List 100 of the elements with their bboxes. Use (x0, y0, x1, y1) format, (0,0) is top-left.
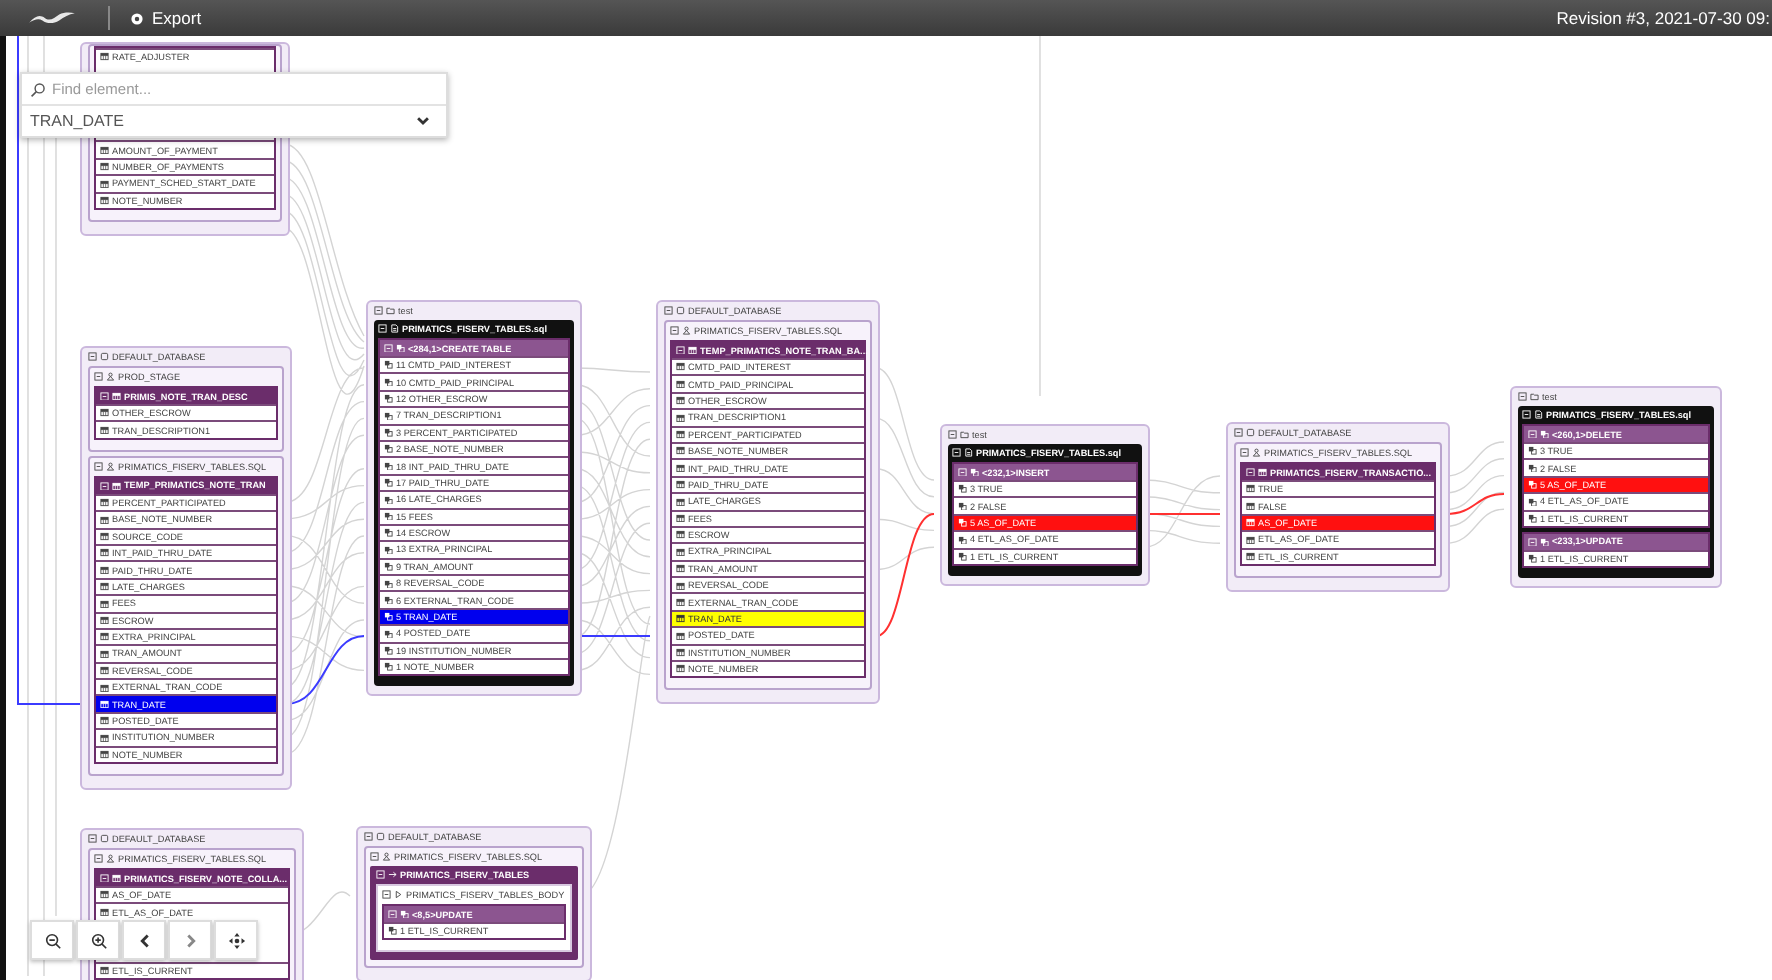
table-icon (1246, 535, 1255, 545)
table-icon (676, 547, 685, 557)
expression-icon (384, 377, 393, 387)
table-icon (100, 425, 109, 435)
arrow-icon (394, 890, 403, 900)
table-icon (112, 481, 121, 491)
table-icon (100, 582, 109, 592)
table-icon (676, 648, 685, 658)
collapse-icon[interactable] (1240, 448, 1249, 458)
expression-icon (958, 501, 967, 511)
table-icon (676, 396, 685, 406)
collapse-icon[interactable] (374, 306, 383, 316)
table-icon (676, 446, 685, 456)
folder-icon (960, 430, 969, 440)
table-icon (100, 498, 109, 508)
collapse-icon[interactable] (94, 372, 103, 382)
database-icon (376, 832, 385, 842)
collapse-icon[interactable] (1234, 428, 1243, 438)
chevron-left-icon (135, 931, 153, 949)
collapse-icon[interactable] (88, 352, 97, 362)
file-icon (1534, 410, 1543, 420)
chevron-icon (416, 114, 430, 128)
back-button[interactable] (122, 920, 166, 960)
highlighted-connector (875, 513, 935, 637)
table-icon (100, 145, 109, 155)
expression-icon (384, 662, 393, 672)
gear-icon (130, 11, 144, 25)
database-icon (100, 834, 109, 844)
schema-icon (682, 326, 691, 336)
table-icon (676, 631, 685, 641)
table-icon (676, 530, 685, 540)
procedure-icon (388, 870, 397, 880)
expression-icon (384, 411, 393, 421)
table-icon (1246, 484, 1255, 494)
expression-icon (958, 552, 967, 561)
file-icon (964, 448, 973, 458)
expression-icon (1540, 429, 1549, 439)
collapse-icon[interactable] (364, 832, 373, 842)
expression-icon (384, 428, 393, 437)
revision-label: Revision #3, 2021-07-30 09: (1556, 8, 1772, 28)
expression-icon (384, 528, 393, 538)
chevron-right-icon (181, 931, 199, 949)
schema-icon (382, 852, 391, 862)
table-icon (676, 362, 685, 372)
zoom-out-icon (43, 931, 61, 949)
collapse-icon[interactable] (94, 854, 103, 864)
table-icon (676, 497, 685, 507)
highlighted-connector (1445, 493, 1505, 515)
table-icon (100, 196, 109, 205)
collapse-icon[interactable] (94, 462, 103, 472)
table-icon (676, 564, 685, 574)
table-icon (676, 430, 685, 439)
table-icon (1246, 501, 1255, 511)
table-icon (676, 413, 685, 423)
table-icon (676, 513, 685, 523)
table-icon (676, 480, 685, 490)
expression-icon (384, 495, 393, 505)
folder-icon (386, 306, 395, 316)
zoom-out-button[interactable] (30, 920, 74, 960)
expression-icon (970, 467, 979, 477)
export-button[interactable]: Export (126, 8, 206, 28)
schema-icon (1252, 448, 1261, 458)
schema-icon (106, 372, 115, 382)
table-icon (100, 162, 109, 172)
table-icon (100, 632, 109, 642)
element-select[interactable]: TRAN_DATE (22, 106, 446, 136)
table-icon (100, 52, 109, 62)
table-icon (1246, 518, 1255, 528)
expression-icon (384, 612, 393, 622)
database-icon (676, 306, 685, 316)
collapse-icon[interactable] (88, 834, 97, 844)
expression-icon (384, 646, 393, 656)
table-icon (100, 408, 109, 418)
table-icon (100, 565, 109, 575)
zoom-in-icon (89, 931, 107, 949)
expression-icon (384, 545, 393, 555)
expression-icon (384, 360, 393, 370)
table-icon (100, 649, 109, 659)
expression-icon (384, 629, 393, 639)
zoom-in-button[interactable] (76, 920, 120, 960)
table-icon (112, 391, 121, 401)
fit-button[interactable] (214, 920, 258, 960)
table-icon (100, 966, 109, 976)
expression-icon (1528, 514, 1537, 523)
expression-icon (958, 535, 967, 545)
move-icon (227, 931, 245, 949)
collapse-icon[interactable] (1518, 392, 1527, 402)
collapse-icon[interactable] (670, 326, 679, 336)
table-icon (100, 683, 109, 693)
collapse-icon[interactable] (382, 890, 391, 900)
table-icon (100, 532, 109, 541)
collapse-icon[interactable] (370, 852, 379, 862)
logo-icon (28, 10, 76, 26)
table-icon (100, 716, 109, 726)
expression-icon (1528, 463, 1537, 473)
expression-icon (384, 595, 393, 605)
expression-icon (396, 343, 405, 353)
collapse-icon[interactable] (664, 306, 673, 316)
expression-icon (1528, 497, 1537, 507)
collapse-icon[interactable] (948, 430, 957, 440)
